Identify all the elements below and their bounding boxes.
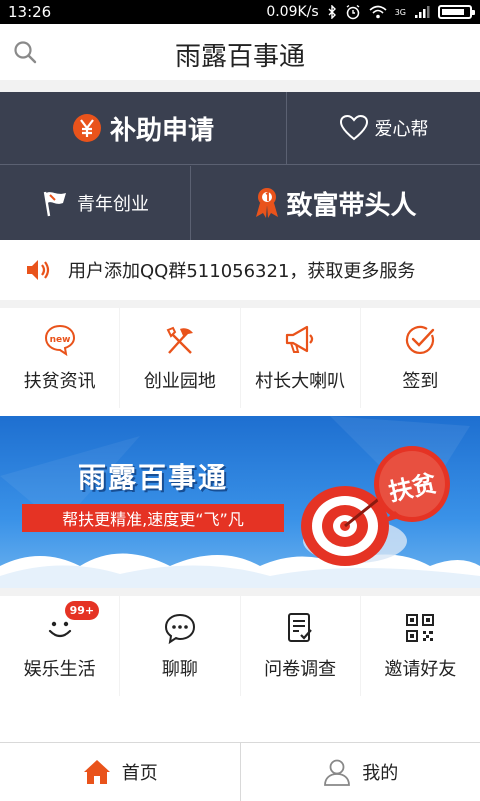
battery-icon <box>438 5 472 19</box>
grid-item-invite-friends[interactable]: 邀请好友 <box>361 596 480 696</box>
grid-item-label: 村长大喇叭 <box>255 367 345 393</box>
app-header: 雨露百事通 <box>0 24 480 80</box>
content-spacer <box>0 696 480 742</box>
grid-item-label: 问卷调查 <box>264 655 336 681</box>
promo-banner[interactable]: 雨露百事通 帮扶更精准,速度更“飞”凡 扶贫 <box>0 416 480 588</box>
smile-icon-wrapper: 99+ <box>43 611 77 645</box>
heart-icon <box>339 114 369 142</box>
grid-item-check-in[interactable]: 签到 <box>361 308 480 408</box>
tile-youth-startup[interactable]: 青年创业 <box>0 166 191 240</box>
tile-subsidy-apply[interactable]: 补助申请 <box>0 92 287 165</box>
home-icon <box>82 757 112 787</box>
grid-item-chat[interactable]: 聊聊 <box>120 596 239 696</box>
feature-grid-top: new 扶贫资讯 创业园地 村长大喇叭 签到 <box>0 308 480 408</box>
signal-icon <box>414 5 430 19</box>
section-gap <box>0 300 480 308</box>
tools-icon <box>163 323 197 357</box>
bluetooth-icon <box>327 5 337 19</box>
grid-item-survey[interactable]: 问卷调查 <box>241 596 360 696</box>
feature-tiles: 补助申请 爱心帮 青年创业 致富带头人 <box>0 92 480 240</box>
alarm-icon <box>345 4 361 20</box>
feature-grid-bottom: 99+ 娱乐生活 聊聊 问卷调查 <box>0 596 480 696</box>
notice-text: 用户添加QQ群511056321，获取更多服务 <box>68 257 415 283</box>
tile-label: 补助申请 <box>110 110 214 147</box>
tab-label: 我的 <box>362 759 398 785</box>
tile-label: 青年创业 <box>77 190 149 216</box>
ribbon-medal-icon <box>254 187 280 219</box>
grid-item-poverty-news[interactable]: new 扶贫资讯 <box>0 308 119 408</box>
new-bubble-icon: new <box>43 323 77 357</box>
network-speed: 0.09K/s <box>266 4 318 20</box>
tab-label: 首页 <box>122 759 158 785</box>
tab-mine[interactable]: 我的 <box>240 743 480 801</box>
tile-label: 致富带头人 <box>286 185 416 222</box>
notice-bar[interactable]: 用户添加QQ群511056321，获取更多服务 <box>0 240 480 300</box>
bottom-tab-bar: 首页 我的 <box>0 742 480 801</box>
grid-item-label: 聊聊 <box>162 655 198 681</box>
section-gap <box>0 588 480 596</box>
speaker-icon <box>24 255 54 285</box>
banner-slogan: 帮扶更精准,速度更“飞”凡 <box>22 504 284 532</box>
new-bubble-text: new <box>49 335 70 345</box>
tile-love-help[interactable]: 爱心帮 <box>287 92 480 165</box>
grid-item-village-megaphone[interactable]: 村长大喇叭 <box>241 308 360 408</box>
banner-title: 雨露百事通 <box>78 456 228 496</box>
grid-item-startup-garden[interactable]: 创业园地 <box>120 308 239 408</box>
status-bar: 13:26 0.09K/s 3G <box>0 0 480 24</box>
chat-bubble-icon <box>163 611 197 645</box>
qr-code-icon <box>403 611 437 645</box>
user-icon <box>322 757 352 787</box>
network-type: 3G <box>395 8 406 17</box>
check-circle-icon <box>403 323 437 357</box>
grid-item-label: 创业园地 <box>144 367 216 393</box>
survey-icon <box>283 611 317 645</box>
notification-badge: 99+ <box>65 601 100 620</box>
section-gap <box>0 80 480 92</box>
megaphone-icon <box>283 323 317 357</box>
yen-icon <box>72 113 102 143</box>
page-title: 雨露百事通 <box>0 36 480 73</box>
grid-item-entertainment[interactable]: 99+ 娱乐生活 <box>0 596 119 696</box>
grid-item-label: 签到 <box>402 367 438 393</box>
wifi-icon <box>369 5 387 19</box>
status-icons: 0.09K/s 3G <box>266 4 472 20</box>
grid-item-label: 邀请好友 <box>384 655 456 681</box>
tab-home[interactable]: 首页 <box>0 743 240 801</box>
tile-wealth-leader[interactable]: 致富带头人 <box>191 166 480 240</box>
grid-item-label: 娱乐生活 <box>24 655 96 681</box>
status-time: 13:26 <box>8 3 51 21</box>
grid-item-label: 扶贫资讯 <box>24 367 96 393</box>
flag-icon <box>41 188 71 218</box>
tile-label: 爱心帮 <box>375 115 429 141</box>
